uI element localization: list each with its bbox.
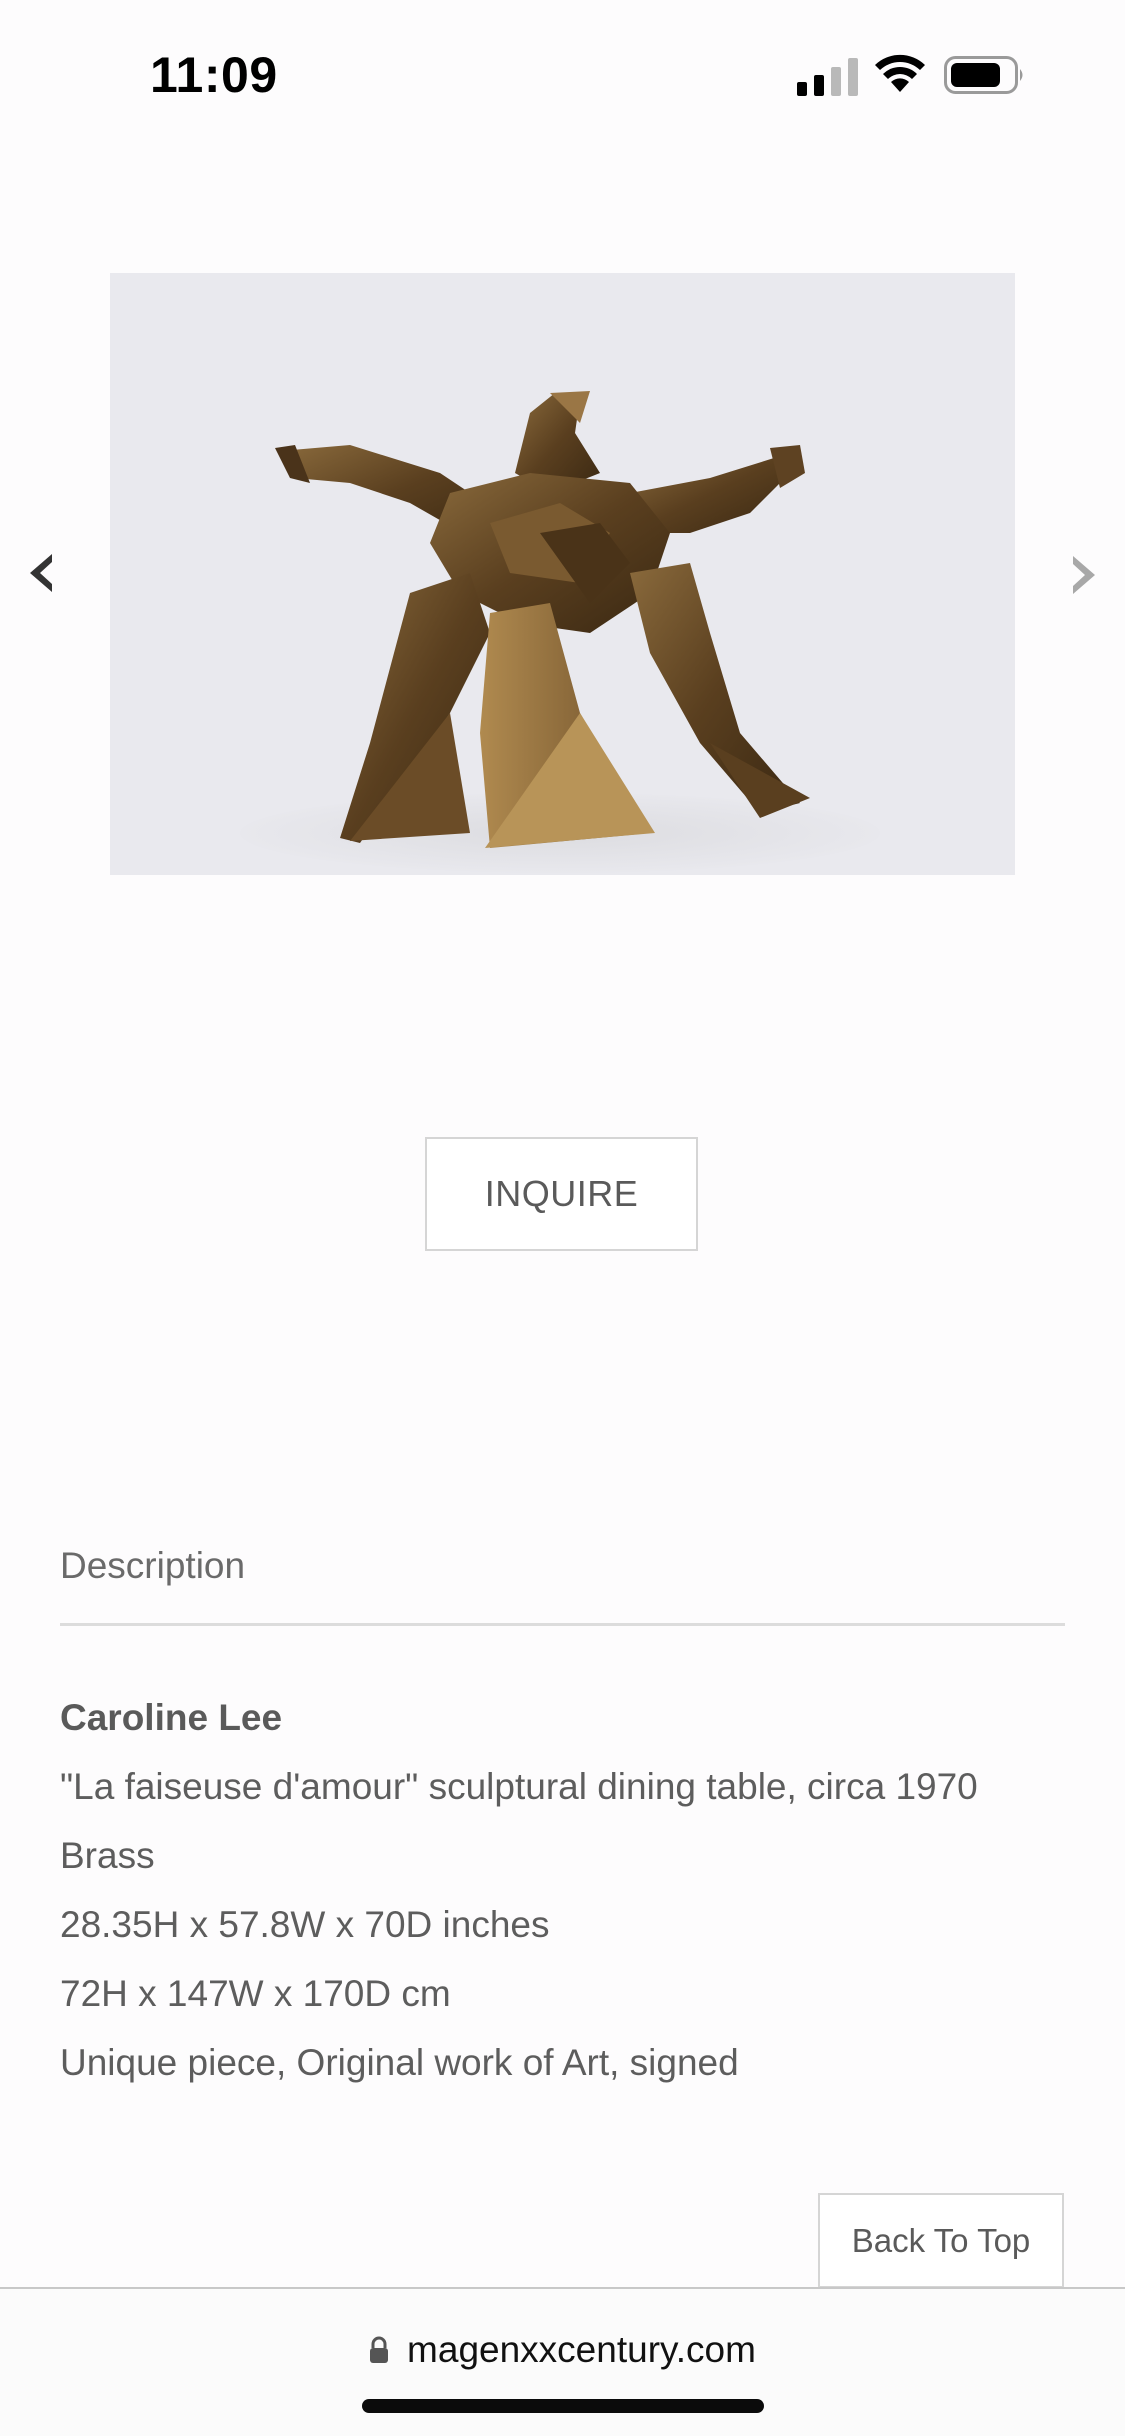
- description-body: Caroline Lee "La faiseuse d'amour" sculp…: [60, 1683, 1080, 2097]
- inquire-button[interactable]: INQUIRE: [425, 1137, 698, 1251]
- lock-icon: [370, 2336, 389, 2363]
- description-material: Brass: [60, 1835, 155, 1876]
- battery-icon: [944, 56, 1023, 94]
- home-indicator: [362, 2399, 764, 2413]
- description-divider: [60, 1623, 1065, 1626]
- status-bar: 11:09: [0, 0, 1125, 150]
- signal-icon: [797, 58, 858, 96]
- back-to-top-button[interactable]: Back To Top: [818, 2193, 1064, 2288]
- description-dimensions-cm: 72H x 147W x 170D cm: [60, 1973, 451, 2014]
- sculpture-illustration: [110, 273, 1015, 875]
- description-title: "La faiseuse d'amour" sculptural dining …: [60, 1766, 978, 1807]
- artist-name: Caroline Lee: [60, 1697, 283, 1738]
- url-text[interactable]: magenxxcentury.com: [407, 2329, 756, 2371]
- wifi-icon: [875, 54, 925, 92]
- status-time: 11:09: [150, 47, 278, 103]
- product-image: [110, 273, 1015, 875]
- description-dimensions-inches: 28.35H x 57.8W x 70D inches: [60, 1904, 550, 1945]
- browser-address-bar: magenxxcentury.com: [0, 2287, 1125, 2436]
- description-heading: Description: [60, 1545, 246, 1586]
- description-provenance: Unique piece, Original work of Art, sign…: [60, 2042, 739, 2083]
- chevron-left-icon[interactable]: [22, 548, 62, 598]
- chevron-right-icon[interactable]: [1063, 550, 1103, 600]
- url-field[interactable]: magenxxcentury.com: [0, 2329, 1125, 2371]
